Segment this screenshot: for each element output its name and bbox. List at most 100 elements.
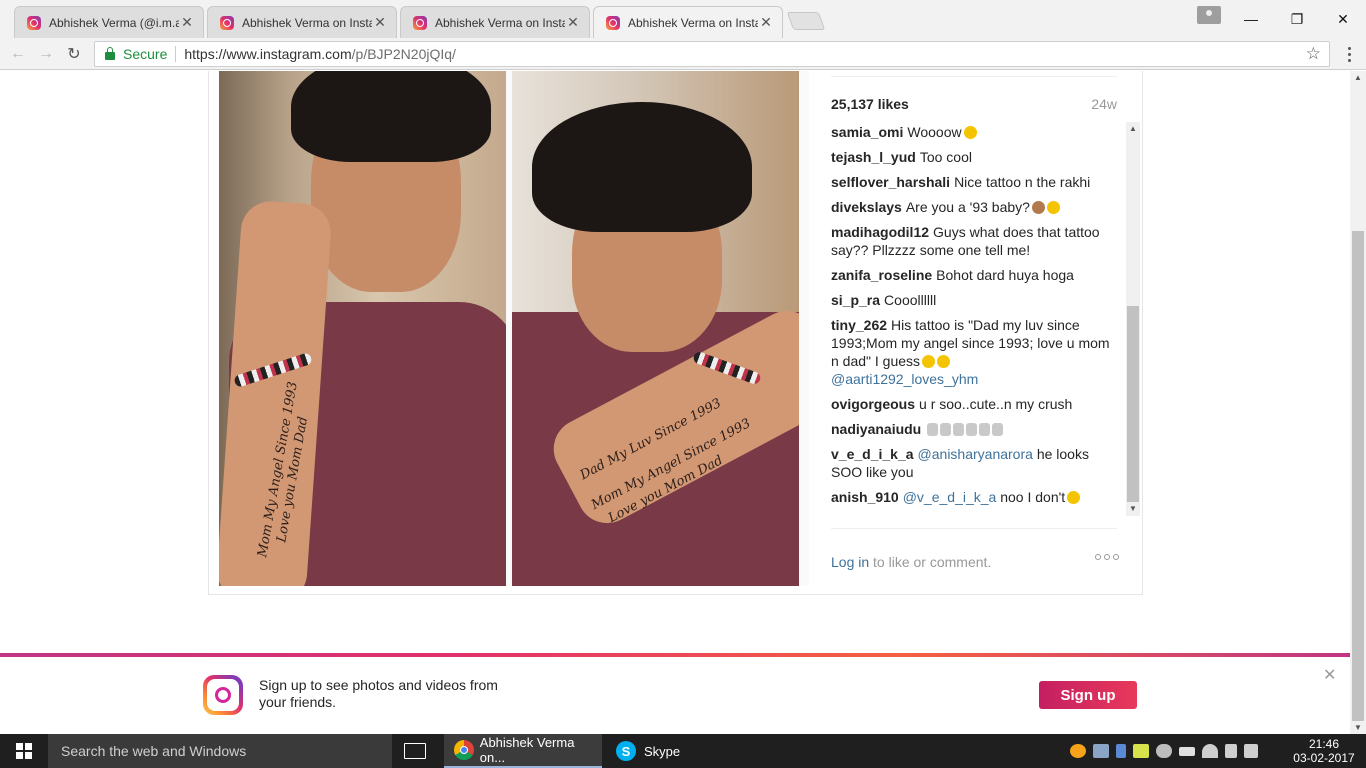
comment: tiny_262 His tattoo is "Dad my luv since … (831, 316, 1113, 388)
tab-close-icon[interactable]: ✕ (179, 14, 195, 31)
tab-close-icon[interactable]: ✕ (758, 14, 774, 31)
comment-username[interactable]: v_e_d_i_k_a (831, 446, 914, 462)
url-base: https://www.instagram.com (184, 46, 352, 62)
scrollbar-thumb[interactable] (1127, 306, 1139, 502)
scroll-down-arrow-icon[interactable]: ▼ (1126, 502, 1140, 516)
battery-icon[interactable] (1179, 746, 1195, 756)
wifi-icon[interactable] (1202, 744, 1218, 758)
browser-tab[interactable]: Abhishek Verma on Insta ✕ (207, 6, 397, 38)
instagram-favicon-icon (220, 15, 234, 30)
browser-menu-icon[interactable] (1340, 42, 1358, 66)
signup-banner: Sign up to see photos and videos from yo… (0, 657, 1350, 734)
comment: divekslays Are you a '93 baby? (831, 198, 1113, 216)
signup-button[interactable]: Sign up (1039, 681, 1137, 709)
clock-time: 21:46 (1308, 737, 1340, 751)
comment-username[interactable]: divekslays (831, 199, 902, 215)
comment-username[interactable]: selflover_harshali (831, 174, 950, 190)
volume-icon[interactable] (1225, 744, 1237, 758)
window-close-icon[interactable]: ✕ (1320, 0, 1366, 38)
login-link[interactable]: Log in (831, 554, 869, 570)
tab-title: Abhishek Verma (@i.m.al (49, 15, 179, 30)
waving-hand-emoji-icon (953, 423, 965, 436)
comment-mention[interactable]: @aarti1292_loves_yhm (831, 371, 978, 387)
tab-close-icon[interactable]: ✕ (372, 14, 388, 31)
taskbar-app-chrome[interactable]: Abhishek Verma on... (444, 734, 602, 768)
comment-text: Bohot dard huya hoga (936, 267, 1074, 283)
post-photo[interactable]: Mom My Angel Since 1993 Love you Mom Dad… (219, 71, 809, 586)
forward-arrow-icon[interactable]: → (34, 42, 58, 66)
heart-eyes-emoji-icon (1046, 201, 1060, 214)
comment-text: Too cool (919, 149, 972, 165)
lock-icon (105, 47, 115, 60)
post-age[interactable]: 24w (1091, 96, 1117, 112)
task-view-icon[interactable] (404, 743, 426, 759)
minimize-icon[interactable]: — (1228, 0, 1274, 38)
comment-text: Cooollllll (884, 292, 937, 308)
comment-username[interactable]: zanifa_roseline (831, 267, 932, 283)
comment-username[interactable]: tiny_262 (831, 317, 887, 333)
tab-title: Abhishek Verma on Insta (242, 15, 372, 30)
comment: samia_omi Woooow (831, 123, 1113, 141)
comment-username[interactable]: tejash_l_yud (831, 149, 916, 165)
tab-title: Abhishek Verma on Insta (435, 15, 565, 30)
start-button[interactable] (0, 734, 48, 768)
page-scrollbar[interactable]: ▲ ▼ (1350, 71, 1366, 734)
new-tab-button[interactable] (786, 12, 826, 30)
comment-text: noo I don't (1000, 489, 1066, 505)
scroll-up-arrow-icon[interactable]: ▲ (1126, 122, 1140, 136)
comments-list: samia_omi Woooow tejash_l_yud Too cool sel… (831, 123, 1113, 517)
system-clock[interactable]: 21:46 03-02-2017 (1292, 737, 1356, 765)
hair-shape (291, 71, 491, 162)
comments-scrollbar[interactable]: ▲ ▼ (1126, 122, 1140, 516)
tab-close-icon[interactable]: ✕ (565, 14, 581, 31)
comment-username[interactable]: anish_910 (831, 489, 899, 505)
instagram-favicon-icon (413, 15, 427, 30)
reload-icon[interactable]: ↻ (62, 42, 86, 66)
banner-text: Sign up to see photos and videos from yo… (259, 677, 498, 710)
action-center-icon[interactable] (1244, 744, 1258, 758)
smiley-emoji-icon (963, 126, 977, 139)
taskbar-app-label: Skype (644, 743, 681, 759)
tray-note-icon[interactable] (1133, 744, 1149, 758)
post-sidebar: 25,137 likes 24w samia_omi Woooow tejash_… (829, 71, 1140, 586)
close-icon[interactable]: ✕ (1323, 665, 1336, 685)
profile-icon[interactable] (1197, 6, 1221, 24)
back-arrow-icon[interactable]: ← (6, 42, 30, 66)
taskbar-app-skype[interactable]: S Skype (606, 734, 706, 768)
comment-username[interactable]: nadiyanaiudu (831, 421, 921, 437)
tab-title: Abhishek Verma on Insta (628, 15, 758, 30)
comment-mention[interactable]: @v_e_d_i_k_a (903, 489, 997, 505)
waving-hand-emoji-icon (966, 423, 978, 436)
browser-tab-active[interactable]: Abhishek Verma on Insta ✕ (593, 6, 783, 38)
photo-panel-left: Mom My Angel Since 1993 Love you Mom Dad (219, 71, 506, 586)
monkey-emoji-icon (1031, 201, 1045, 214)
waving-hand-emoji-icon (940, 423, 952, 436)
hair-shape (532, 102, 752, 232)
scroll-down-arrow-icon[interactable]: ▼ (1350, 723, 1366, 732)
tray-app-icon[interactable] (1070, 744, 1086, 758)
comment-mention[interactable]: @anisharyanarora (918, 446, 1033, 462)
taskbar-search-input[interactable]: Search the web and Windows (48, 734, 392, 768)
tray-monitor-icon[interactable] (1093, 744, 1109, 758)
scroll-up-arrow-icon[interactable]: ▲ (1350, 73, 1366, 82)
comment-username[interactable]: samia_omi (831, 124, 903, 140)
comment-username[interactable]: si_p_ra (831, 292, 880, 308)
more-options-icon[interactable] (1095, 554, 1119, 560)
instagram-favicon-icon (606, 15, 620, 30)
maximize-icon[interactable]: ❐ (1274, 0, 1320, 38)
likes-count[interactable]: 25,137 likes (831, 96, 909, 112)
comment: anish_910 @v_e_d_i_k_a noo I don't (831, 488, 1113, 506)
comment-username[interactable]: ovigorgeous (831, 396, 915, 412)
bluetooth-icon[interactable] (1116, 744, 1126, 758)
browser-tab[interactable]: Abhishek Verma on Insta ✕ (400, 6, 590, 38)
post-card: Mom My Angel Since 1993 Love you Mom Dad… (208, 71, 1143, 595)
instagram-logo-icon (203, 675, 243, 715)
photo-panel-right: Dad My Luv Since 1993 Mom My Angel Since… (512, 71, 799, 586)
address-bar[interactable]: Secure https://www.instagram.com/p/BJP2N… (94, 41, 1330, 67)
bookmark-star-icon[interactable]: ☆ (1306, 44, 1321, 64)
scrollbar-thumb[interactable] (1352, 231, 1364, 721)
cloud-icon[interactable] (1156, 744, 1172, 758)
comment-username[interactable]: madihagodil12 (831, 224, 929, 240)
browser-tab[interactable]: Abhishek Verma (@i.m.al ✕ (14, 6, 204, 38)
url-text: https://www.instagram.com/p/BJP2N20jQIq/ (184, 46, 456, 62)
